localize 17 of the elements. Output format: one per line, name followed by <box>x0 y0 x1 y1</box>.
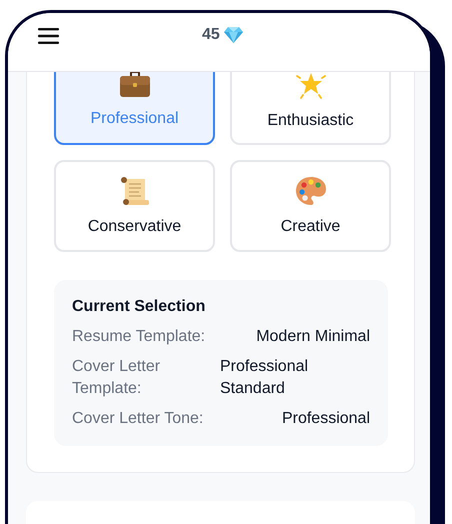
palette-icon <box>294 176 326 206</box>
summary-title: Current Selection <box>72 298 206 316</box>
scroll-icon <box>120 176 150 206</box>
summary-value: Modern Minimal <box>256 327 370 347</box>
tone-option[interactable]: Enthusiastic <box>230 72 391 145</box>
star-icon <box>294 72 326 100</box>
tone-option[interactable]: Conservative <box>54 160 215 252</box>
summary-label: Resume Template: <box>72 327 206 347</box>
summary-label: Cover Letter Tone: <box>72 409 204 429</box>
summary-value: Professional Standard <box>220 357 310 399</box>
gem-icon <box>224 27 243 43</box>
summary-value: Professional <box>282 409 370 429</box>
menu-icon[interactable] <box>38 28 59 44</box>
tone-option[interactable]: Creative <box>230 160 391 252</box>
briefcase-icon <box>118 72 150 98</box>
gem-count: 45 <box>202 26 220 44</box>
summary-label: Cover Letter Template: <box>72 357 162 399</box>
